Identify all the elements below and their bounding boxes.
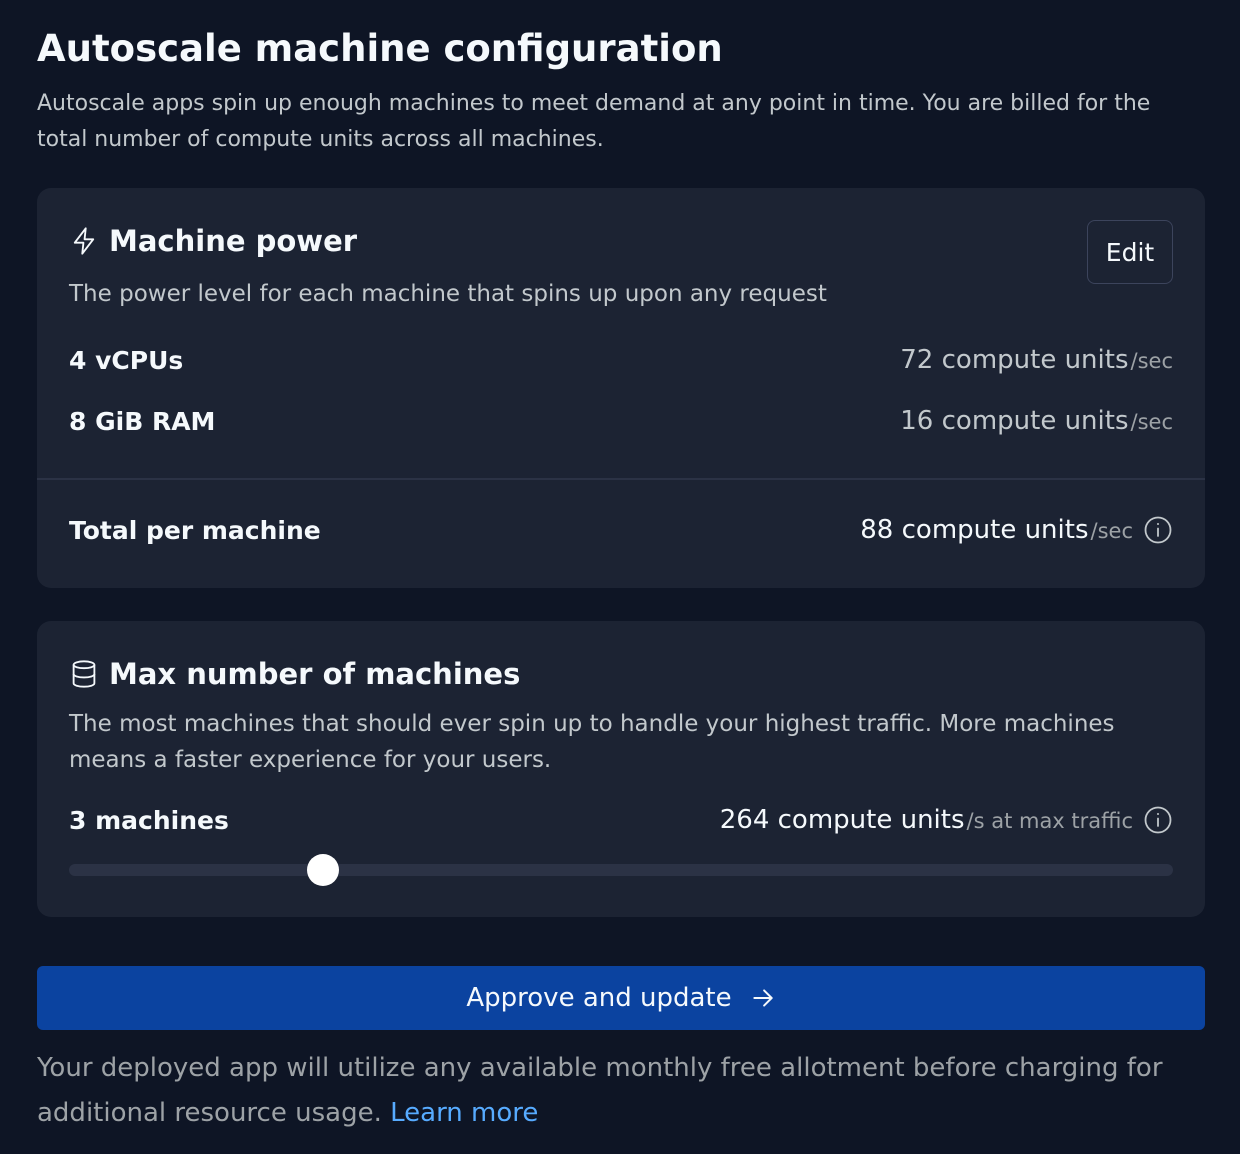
lightning-icon	[69, 226, 99, 256]
footer-note: Your deployed app will utilize any avail…	[37, 1046, 1187, 1136]
max-machines-header: Max number of machines	[69, 657, 520, 691]
max-machines-title: Max number of machines	[109, 657, 521, 691]
max-machines-description: The most machines that should ever spin …	[69, 711, 1115, 773]
card-divider	[37, 478, 1205, 480]
machine-count-label: 3 machines	[69, 805, 229, 835]
total-compute-units: 88 compute units	[860, 515, 1089, 545]
total-label: Total per machine	[69, 515, 321, 545]
ram-label: 8 GiB RAM	[69, 406, 216, 436]
info-icon[interactable]	[1143, 805, 1173, 835]
max-traffic-unit: /s at max traffic	[966, 809, 1133, 833]
info-icon[interactable]	[1143, 515, 1173, 545]
footer-text: Your deployed app will utilize any avail…	[37, 1053, 1163, 1128]
ram-unit: /sec	[1130, 410, 1173, 434]
max-compute-units: 264 compute units	[719, 805, 965, 835]
total-row: Total per machine 88 compute units /sec	[69, 515, 1173, 545]
arrow-right-icon	[750, 985, 776, 1011]
ram-row: 8 GiB RAM 16 compute units /sec	[69, 406, 1173, 436]
machines-slider-thumb[interactable]	[306, 854, 339, 886]
vcpu-label: 4 vCPUs	[69, 345, 184, 375]
max-traffic-value: 264 compute units /s at max traffic	[720, 805, 1173, 835]
vcpu-compute-units: 72 compute units	[900, 345, 1129, 375]
page-title: Autoscale machine configuration	[37, 27, 723, 70]
machine-power-header: Machine power	[69, 224, 357, 258]
vcpu-unit: /sec	[1130, 349, 1173, 373]
approve-and-update-button[interactable]: Approve and update	[37, 966, 1205, 1030]
approve-label: Approve and update	[466, 983, 732, 1013]
machines-slider-track[interactable]	[69, 864, 1173, 876]
machine-power-card: Machine power Edit The power level for e…	[37, 188, 1205, 588]
machine-power-title: Machine power	[109, 224, 358, 258]
ram-compute-units: 16 compute units	[900, 406, 1129, 436]
total-value: 88 compute units /sec	[860, 515, 1173, 545]
database-icon	[69, 659, 99, 689]
learn-more-link[interactable]: Learn more	[390, 1098, 538, 1128]
vcpu-row: 4 vCPUs 72 compute units /sec	[69, 345, 1173, 375]
page-subtitle: Autoscale apps spin up enough machines t…	[37, 91, 1151, 152]
vcpu-value: 72 compute units /sec	[900, 345, 1173, 375]
machine-power-description: The power level for each machine that sp…	[69, 281, 827, 307]
edit-button[interactable]: Edit	[1087, 220, 1173, 284]
total-unit: /sec	[1090, 519, 1133, 543]
ram-value: 16 compute units /sec	[900, 406, 1173, 436]
max-machines-row: 3 machines 264 compute units /s at max t…	[69, 805, 1173, 835]
max-machines-card: Max number of machines The most machines…	[37, 621, 1205, 917]
